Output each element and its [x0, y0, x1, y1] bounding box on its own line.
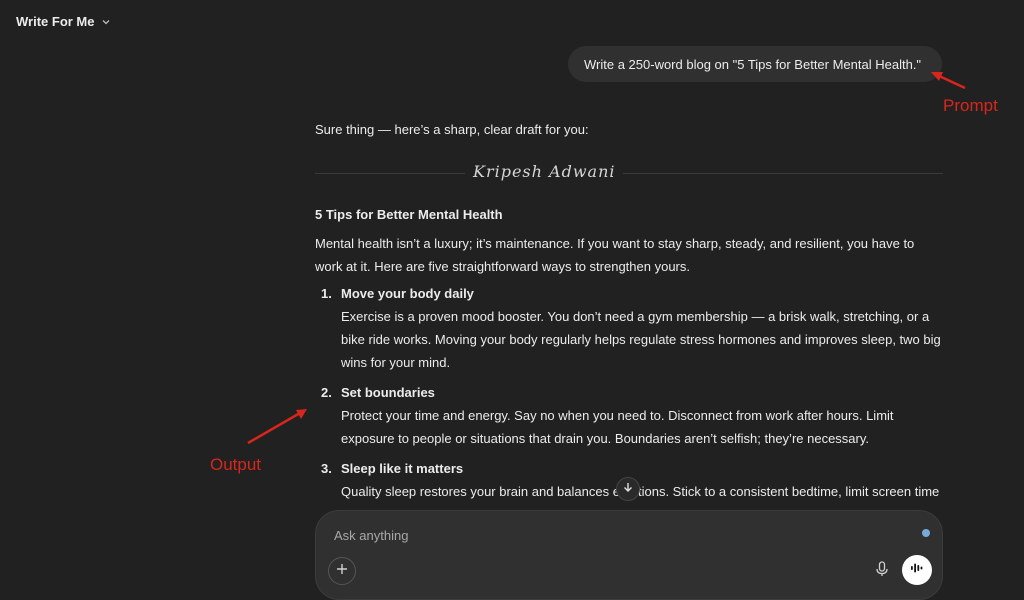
message-input[interactable]	[332, 525, 892, 545]
user-message-bubble: Write a 250-word blog on "5 Tips for Bet…	[568, 46, 942, 82]
tip-body: Quality sleep restores your brain and ba…	[341, 484, 940, 499]
tip-title: Set boundaries	[341, 385, 435, 400]
status-dot	[922, 529, 930, 537]
scroll-to-bottom-button[interactable]	[616, 477, 640, 501]
output-annotation-label: Output	[210, 455, 262, 474]
tip-number: 2.	[321, 385, 332, 400]
composer	[315, 510, 943, 600]
chevron-down-icon	[101, 17, 111, 27]
list-item: 1. Move your body daily Exercise is a pr…	[315, 282, 943, 374]
tip-number: 1.	[321, 286, 332, 301]
microphone-icon	[875, 560, 889, 582]
divider-line	[315, 172, 943, 174]
plus-icon	[336, 562, 348, 580]
blog-title: 5 Tips for Better Mental Health	[315, 207, 503, 222]
arrow-down-icon	[622, 480, 634, 498]
prompt-annotation-label: Prompt	[943, 96, 998, 115]
tip-body: Protect your time and energy. Say no whe…	[341, 408, 894, 446]
model-selector[interactable]: Write For Me	[16, 14, 111, 29]
user-message-text: Write a 250-word blog on "5 Tips for Bet…	[584, 56, 922, 72]
signature-watermark: Kripesh Adwani	[465, 149, 624, 193]
response-intro: Sure thing — here’s a sharp, clear draft…	[315, 122, 589, 137]
model-selector-label: Write For Me	[16, 14, 95, 29]
blog-intro: Mental health isn’t a luxury; it’s maint…	[315, 236, 915, 274]
assistant-response: Sure thing — here’s a sharp, clear draft…	[315, 118, 943, 510]
tip-body: Exercise is a proven mood booster. You d…	[341, 309, 941, 370]
tips-list: 1. Move your body daily Exercise is a pr…	[315, 282, 943, 503]
tip-title: Sleep like it matters	[341, 461, 464, 476]
voice-waveform-icon	[910, 561, 924, 579]
list-item: 2. Set boundaries Protect your time and …	[315, 381, 943, 450]
voice-mode-button[interactable]	[902, 555, 932, 585]
dictate-button[interactable]	[868, 557, 896, 585]
signature-divider: Kripesh Adwani	[315, 149, 943, 193]
tip-title: Move your body daily	[341, 286, 474, 301]
tip-number: 3.	[321, 461, 332, 476]
add-attachment-button[interactable]	[328, 557, 356, 585]
